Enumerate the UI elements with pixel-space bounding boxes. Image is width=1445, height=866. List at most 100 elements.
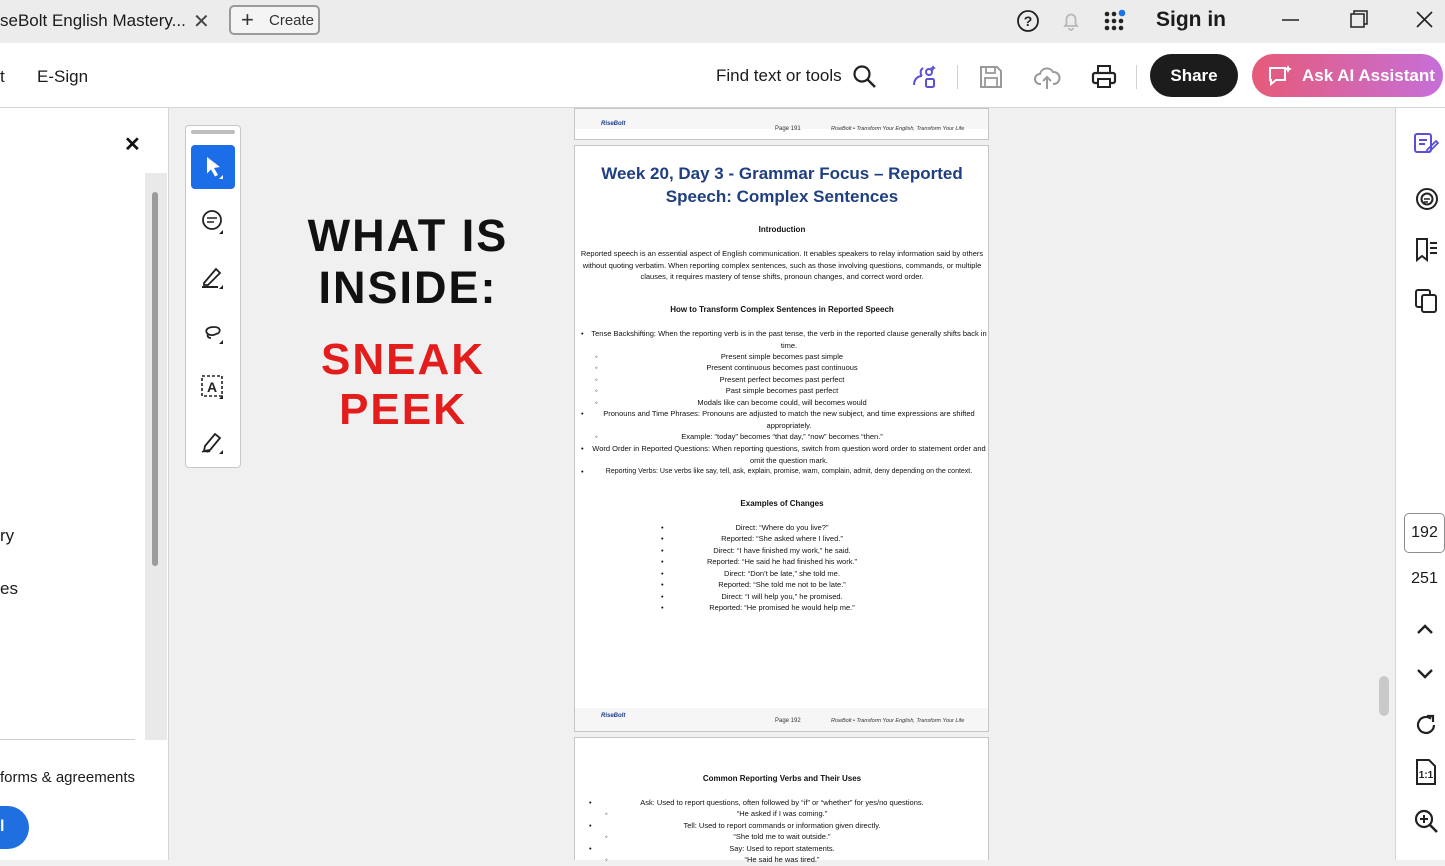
reporting-verbs-heading: Common Reporting Verbs and Their Uses xyxy=(702,774,862,783)
pen-sign-icon xyxy=(201,432,223,454)
verb-line: Say: Used to report statements. xyxy=(729,844,835,853)
actual-size-icon[interactable]: 1:1 xyxy=(1413,758,1439,786)
promo-line-2: INSIDE: xyxy=(318,262,498,313)
pdf-page-193: Common Reporting Verbs and Their Uses • … xyxy=(574,737,989,864)
example-line: Direct: “Where do you live?” xyxy=(735,523,829,532)
footer-tagline: RiseBolt • Transform Your English, Trans… xyxy=(831,126,965,132)
minimize-icon[interactable] xyxy=(1270,6,1310,34)
svg-text:1:1: 1:1 xyxy=(1419,770,1434,781)
save-icon[interactable] xyxy=(977,63,1005,91)
example-line: Direct: “Don’t be late,” she told me. xyxy=(724,569,840,578)
example-line: Reported: “He said he had finished his w… xyxy=(706,557,858,566)
menu-item-partial[interactable]: t xyxy=(0,67,5,87)
highlighter-icon xyxy=(202,267,223,289)
tab-bar: seBolt English Mastery... ✕ + Create ? S… xyxy=(0,0,1445,44)
window-close-icon[interactable] xyxy=(1404,6,1444,34)
panel-divider xyxy=(0,739,135,740)
example-line: Reported: “She asked where I lived.” xyxy=(721,534,843,543)
page-up-chevron-icon[interactable] xyxy=(1414,620,1436,638)
find-text-or-tools[interactable]: Find text or tools xyxy=(716,66,842,86)
apps-grid-icon[interactable] xyxy=(1103,9,1127,33)
sub-bullet-text: Present simple becomes past simple xyxy=(720,352,844,361)
example-line: Direct: “I have finished my work,” he sa… xyxy=(713,546,851,555)
examples-heading: Examples of Changes xyxy=(740,499,824,508)
bullet-word-order: Word Order in Reported Questions: When r… xyxy=(592,444,986,465)
main-toolbar: t E-Sign Find text or tools Share Ask AI… xyxy=(0,43,1445,108)
document-tab-title[interactable]: seBolt English Mastery... xyxy=(0,11,186,31)
lasso-icon xyxy=(205,326,223,344)
bookmarks-icon[interactable] xyxy=(1413,236,1439,262)
verb-line: Tell: Used to report commands or informa… xyxy=(683,821,881,830)
current-page-input[interactable]: 192 xyxy=(1404,513,1445,553)
bullet-dot: • xyxy=(581,444,584,453)
bullet-tense-backshifting: Tense Backshifting: When the reporting v… xyxy=(591,329,987,350)
palette-grip[interactable] xyxy=(191,130,235,134)
verb-line: “She told me to wait outside.” xyxy=(733,832,831,841)
draw-lasso-tool[interactable] xyxy=(191,310,235,354)
verb-line: Ask: Used to report questions, often fol… xyxy=(640,798,924,807)
total-pages: 251 xyxy=(1411,570,1438,587)
create-button[interactable]: + Create xyxy=(229,5,320,35)
share-button[interactable]: Share xyxy=(1150,54,1238,97)
intro-paragraph: Reported speech is an essential aspect o… xyxy=(580,249,984,281)
comment-tool[interactable] xyxy=(191,200,235,244)
comment-icon xyxy=(202,210,223,234)
page-thumbnails-icon[interactable] xyxy=(1413,288,1439,314)
toolbar-separator xyxy=(1136,65,1137,89)
bullet-dot: • xyxy=(581,329,584,338)
intro-heading: Introduction xyxy=(758,225,806,234)
panel-scrollbar-thumb[interactable] xyxy=(152,192,158,566)
cursor-arrow-icon xyxy=(207,157,223,179)
verb-line: “He asked if I was coming.” xyxy=(736,809,828,818)
search-icon[interactable] xyxy=(851,63,879,91)
ask-ai-assistant-button[interactable]: Ask AI Assistant xyxy=(1252,54,1443,97)
toolbar-separator xyxy=(957,65,958,89)
sign-tool[interactable] xyxy=(191,420,235,464)
sub-bullet-text: Modals like can become could, will becom… xyxy=(697,398,867,407)
restore-icon[interactable] xyxy=(1338,6,1378,34)
plus-icon: + xyxy=(241,7,254,32)
document-scrollbar-thumb[interactable] xyxy=(1379,676,1389,716)
panel-item-es[interactable]: es xyxy=(0,579,18,599)
right-rail: 1:1 xyxy=(1395,108,1445,860)
svg-text:A: A xyxy=(207,379,217,395)
panel-item-ry[interactable]: ry xyxy=(0,526,14,546)
select-tool[interactable] xyxy=(191,145,235,189)
rotate-icon[interactable] xyxy=(1413,712,1439,738)
page-title: Week 20, Day 3 - Grammar Focus – Reporte… xyxy=(601,164,963,206)
ask-ai-assistant-label: Ask AI Assistant xyxy=(1302,66,1435,85)
panel-action-label: l xyxy=(0,818,5,835)
example-line: Reported: “She told me not to be late.” xyxy=(718,580,846,589)
menu-item-esign[interactable]: E-Sign xyxy=(37,67,88,87)
promo-line-1: WHAT IS xyxy=(307,210,509,261)
footer-page-number: Page 191 xyxy=(775,126,801,132)
bullet-dot: • xyxy=(581,467,584,476)
notification-bell-icon[interactable] xyxy=(1059,9,1083,33)
sign-in-link[interactable]: Sign in xyxy=(1156,8,1226,32)
text-box-tool[interactable]: A xyxy=(191,365,235,409)
print-icon[interactable] xyxy=(1090,63,1118,91)
cloud-upload-icon[interactable] xyxy=(1033,63,1061,91)
ai-tools-icon[interactable] xyxy=(910,63,938,91)
footer-logo: RiseBolt xyxy=(601,713,626,719)
help-icon[interactable]: ? xyxy=(1016,9,1040,33)
highlight-tool[interactable] xyxy=(191,255,235,299)
example-line: Reported: “He promised he would help me.… xyxy=(709,603,855,612)
sub-bullet-text: Past simple becomes past perfect xyxy=(725,386,839,395)
how-to-heading: How to Transform Complex Sentences in Re… xyxy=(670,305,894,314)
edit-tools-icon[interactable] xyxy=(1413,130,1439,156)
panel-close-icon[interactable]: ✕ xyxy=(124,132,141,157)
sub-bullet-text: Present continuous becomes past continuo… xyxy=(706,363,858,372)
example-line: Direct: “I will help you,” he promised. xyxy=(721,592,843,601)
quick-tools-palette: A xyxy=(185,125,241,468)
zoom-in-icon[interactable] xyxy=(1413,808,1439,834)
ai-chat-icon xyxy=(1269,65,1292,87)
tab-close-icon[interactable]: ✕ xyxy=(193,9,210,34)
panel-item-forms-agreements[interactable]: forms & agreements xyxy=(0,769,135,786)
panel-action-button[interactable]: l xyxy=(0,806,29,849)
comments-panel-icon[interactable] xyxy=(1413,186,1439,212)
text-box-icon: A xyxy=(201,375,223,399)
footer-logo: RiseBolt xyxy=(601,121,626,127)
svg-text:?: ? xyxy=(1024,13,1033,29)
page-down-chevron-icon[interactable] xyxy=(1414,665,1436,683)
